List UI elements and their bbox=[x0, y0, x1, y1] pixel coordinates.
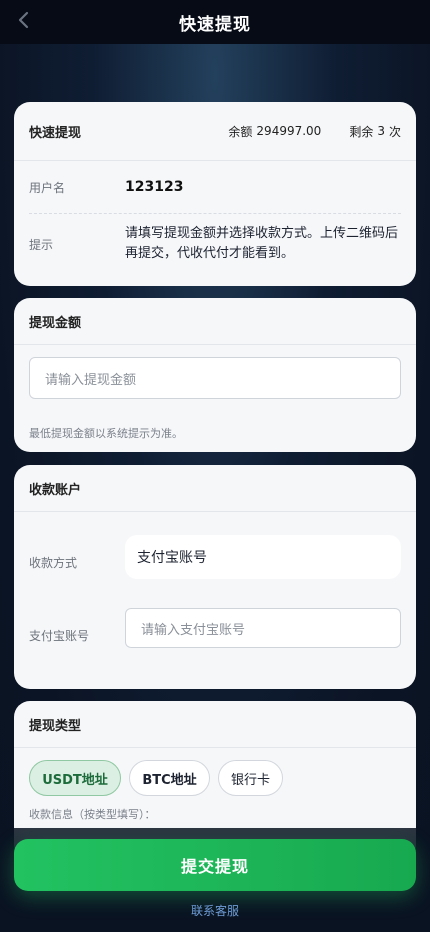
account-header: 收款账户 bbox=[14, 465, 416, 512]
chevron-left-icon bbox=[17, 11, 29, 33]
username-row: 用户名 123123 bbox=[29, 161, 401, 214]
page-title: 快速提现 bbox=[179, 14, 251, 35]
balance-label: 余额 bbox=[228, 124, 253, 139]
top-bar: 快速提现 bbox=[0, 0, 430, 44]
type-option-btc[interactable]: BTC地址 bbox=[129, 760, 210, 796]
summary-body: 用户名 123123 提示 请填写提现金额并选择收款方式。上传二维码后再提交，代… bbox=[14, 161, 416, 264]
withdraw-type-options: USDT地址 BTC地址 银行卡 bbox=[14, 748, 416, 796]
remaining-label: 剩余 bbox=[349, 124, 374, 139]
amount-header: 提现金额 bbox=[14, 298, 416, 345]
tip-label: 提示 bbox=[29, 238, 54, 252]
balance-value: 294997.00 bbox=[256, 124, 322, 138]
remaining-value: 3 bbox=[377, 124, 385, 138]
username-label: 用户名 bbox=[29, 180, 66, 195]
account-row: 支付宝账号 请输入支付宝账号 bbox=[14, 608, 416, 648]
method-select[interactable]: 支付宝账号 bbox=[125, 535, 401, 579]
account-card: 收款账户 收款方式 支付宝账号 支付宝账号 请输入支付宝账号 bbox=[14, 465, 416, 689]
tip-text: 请填写提现金额并选择收款方式。上传二维码后再提交，代收代付才能看到。 bbox=[125, 226, 399, 261]
fill-hint: 收款信息（按类型填写）： bbox=[29, 808, 156, 821]
summary-title: 快速提现 bbox=[29, 125, 82, 141]
account-label: 支付宝账号 bbox=[29, 628, 90, 643]
method-row: 收款方式 支付宝账号 bbox=[14, 535, 416, 579]
tip-row: 提示 请填写提现金额并选择收款方式。上传二维码后再提交，代收代付才能看到。 bbox=[29, 214, 401, 264]
amount-note: 最低提现金额以系统提示为准。 bbox=[29, 427, 183, 440]
amount-input[interactable]: 请输入提现金额 bbox=[29, 357, 401, 399]
type-option-usdt[interactable]: USDT地址 bbox=[29, 760, 121, 796]
summary-header: 快速提现 余额 294997.00 剩余 3 次 bbox=[14, 102, 416, 161]
remaining-unit: 次 bbox=[388, 124, 401, 139]
withdraw-type-header: 提现类型 bbox=[14, 701, 416, 748]
type-option-bank[interactable]: 银行卡 bbox=[218, 760, 283, 796]
contact-service-link[interactable]: 联系客服 bbox=[0, 902, 430, 919]
summary-card: 快速提现 余额 294997.00 剩余 3 次 用户名 123123 提示 请… bbox=[14, 102, 416, 286]
username-value: 123123 bbox=[125, 179, 184, 195]
submit-button[interactable]: 提交提现 bbox=[14, 839, 416, 891]
method-label: 收款方式 bbox=[29, 555, 78, 570]
amount-card: 提现金额 请输入提现金额 最低提现金额以系统提示为准。 bbox=[14, 298, 416, 452]
back-button[interactable] bbox=[10, 8, 36, 36]
account-input[interactable]: 请输入支付宝账号 bbox=[125, 608, 401, 648]
balance-info: 余额 294997.00 剩余 3 次 bbox=[224, 123, 401, 140]
